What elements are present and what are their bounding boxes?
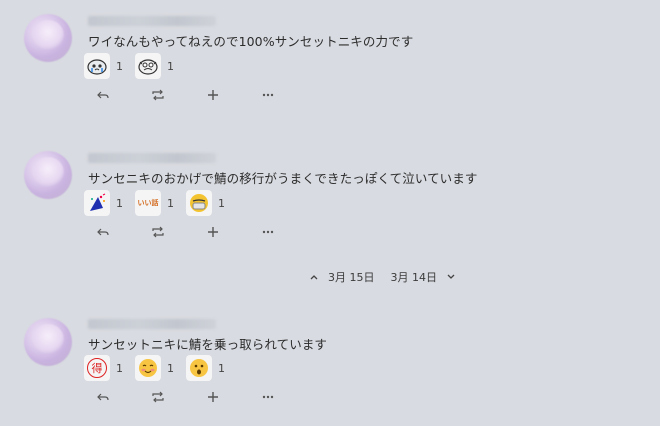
username[interactable] xyxy=(88,16,216,26)
party-popper-emoji-icon xyxy=(84,190,110,216)
date-next: 3月 14日 xyxy=(390,271,438,284)
add-reaction-icon[interactable] xyxy=(204,87,222,103)
emoji-label: いい話 xyxy=(137,199,159,207)
reaction-count: 1 xyxy=(116,196,123,210)
note-actions xyxy=(94,87,314,103)
toku-stamp: 得 xyxy=(87,358,107,378)
toku-stamp-emoji-icon: 得 xyxy=(84,355,110,381)
reaction-count: 1 xyxy=(167,361,174,375)
more-icon[interactable] xyxy=(259,389,277,405)
add-reaction-icon[interactable] xyxy=(204,389,222,405)
reply-icon[interactable] xyxy=(94,87,112,103)
more-icon[interactable] xyxy=(259,224,277,240)
reactions: 得 1 1 1 xyxy=(84,355,225,381)
reaction-button[interactable]: 1 xyxy=(186,190,225,216)
crying-tofu-emoji-icon xyxy=(84,53,110,79)
avatar[interactable] xyxy=(24,151,72,199)
reactions: 1 いい話 1 1 xyxy=(84,190,225,216)
username[interactable] xyxy=(88,153,216,163)
username[interactable] xyxy=(88,319,216,329)
note-text: サンセットニキに鯖を乗っ取られています xyxy=(88,337,328,352)
surprised-face-emoji-icon xyxy=(186,355,212,381)
more-icon[interactable] xyxy=(259,87,277,103)
note-text: ワイなんもやってねえので100%サンセットニキの力です xyxy=(88,34,414,49)
reaction-button[interactable]: 1 xyxy=(135,355,174,381)
renote-icon[interactable] xyxy=(149,224,167,240)
reaction-count: 1 xyxy=(116,59,123,73)
note-actions xyxy=(94,389,314,405)
reaction-count: 1 xyxy=(218,196,225,210)
reaction-button[interactable]: 1 xyxy=(135,53,174,79)
blushing-face-emoji-icon xyxy=(135,355,161,381)
reaction-button[interactable]: いい話 1 xyxy=(135,190,174,216)
note-actions xyxy=(94,224,314,240)
reaction-count: 1 xyxy=(218,361,225,375)
reply-icon[interactable] xyxy=(94,224,112,240)
reaction-button[interactable]: 1 xyxy=(84,53,123,79)
renote-icon[interactable] xyxy=(149,389,167,405)
chevron-down-icon[interactable] xyxy=(445,271,457,283)
add-reaction-icon[interactable] xyxy=(204,224,222,240)
date-prev: 3月 15日 xyxy=(328,271,375,284)
avatar[interactable] xyxy=(24,14,72,62)
reaction-button[interactable]: 1 xyxy=(186,355,225,381)
date-separator: 3月 15日 3月 14日 xyxy=(308,268,457,286)
reactions: 1 1 xyxy=(84,53,174,79)
chevron-up-icon[interactable] xyxy=(308,271,320,283)
note-text: サンセニキのおかげで鯖の移行がうまくできたっぽくて泣いています xyxy=(88,171,478,186)
reaction-count: 1 xyxy=(167,196,174,210)
renote-icon[interactable] xyxy=(149,87,167,103)
reaction-count: 1 xyxy=(167,59,174,73)
reaction-count: 1 xyxy=(116,361,123,375)
avatar[interactable] xyxy=(24,318,72,366)
reply-icon[interactable] xyxy=(94,389,112,405)
ii-hanashi-emoji-icon: いい話 xyxy=(135,190,161,216)
mask-face-emoji-icon xyxy=(186,190,212,216)
reaction-button[interactable]: 得 1 xyxy=(84,355,123,381)
scared-tofu-emoji-icon xyxy=(135,53,161,79)
reaction-button[interactable]: 1 xyxy=(84,190,123,216)
